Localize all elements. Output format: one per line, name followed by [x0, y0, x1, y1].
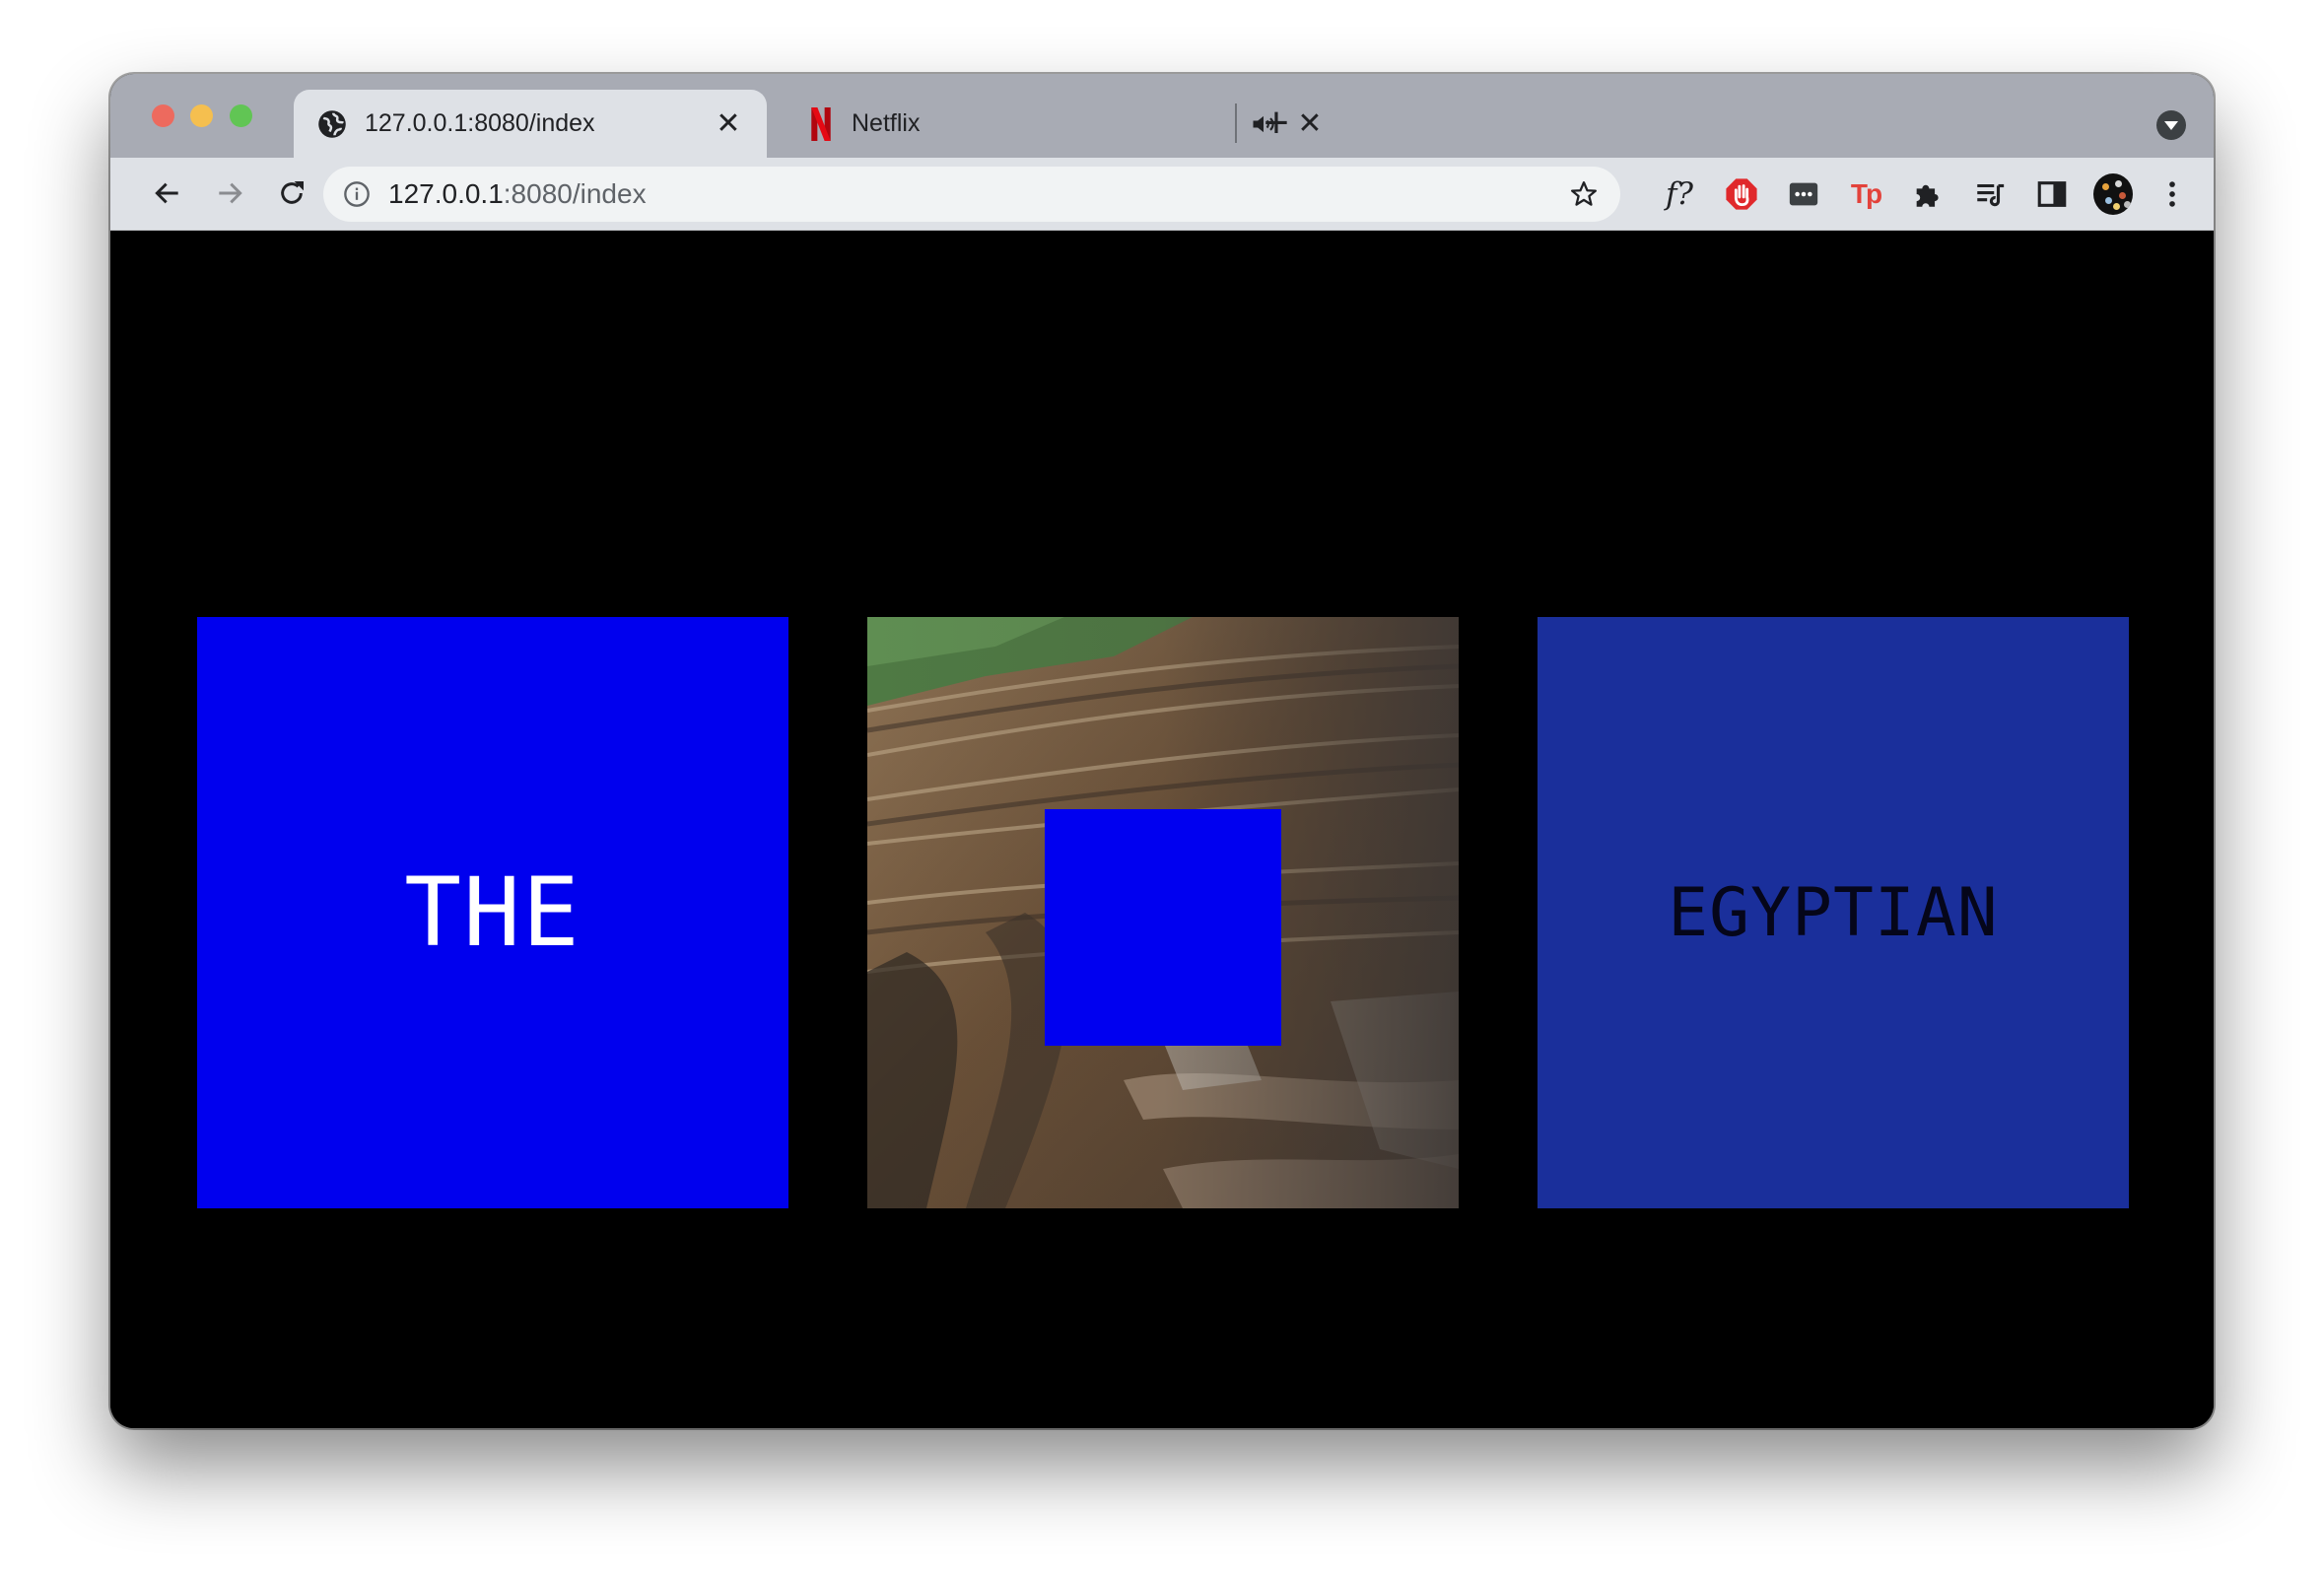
chrome-menu-button[interactable]	[2153, 174, 2192, 214]
bookmark-star-icon[interactable]	[1569, 179, 1599, 209]
url-host: 127.0.0.1	[388, 178, 504, 209]
dots-extension[interactable]	[1784, 174, 1823, 214]
panel-mine-image	[867, 617, 1459, 1208]
minimize-window-button[interactable]	[190, 104, 213, 127]
panel-egyptian: EGYPTIAN	[1538, 617, 2129, 1208]
tab-close-icon[interactable]: ✕	[1295, 108, 1325, 139]
globe-icon	[318, 109, 346, 138]
tp-extension[interactable]: Tp	[1846, 174, 1885, 214]
more-vertical-icon	[2169, 181, 2175, 207]
site-info-icon[interactable]	[343, 180, 371, 208]
url-path: :8080/index	[503, 178, 647, 209]
tab-close-icon[interactable]: ✕	[714, 108, 743, 139]
tab-search-chevron-icon[interactable]	[2156, 110, 2186, 140]
fonts-ninja-label: f?	[1665, 176, 1694, 212]
new-tab-plus-icon[interactable]: +	[1257, 102, 1296, 145]
fonts-ninja-extension[interactable]: f?	[1660, 174, 1699, 214]
open-pit-mine-photo	[867, 617, 1459, 1208]
extensions-button[interactable]	[1908, 174, 1948, 214]
close-window-button[interactable]	[152, 104, 174, 127]
reload-icon	[281, 181, 304, 204]
adblock-extension[interactable]	[1722, 174, 1761, 214]
netflix-icon	[811, 106, 831, 141]
puzzle-extensions-icon	[1916, 184, 1939, 207]
side-panel-button[interactable]	[2032, 174, 2072, 214]
tab-divider	[1235, 103, 1237, 143]
url-text[interactable]: 127.0.0.1:8080/index	[388, 178, 647, 210]
side-panel-icon	[2037, 181, 2067, 207]
forward-button[interactable]	[208, 171, 251, 215]
media-control-button[interactable]	[1970, 174, 2010, 214]
panel-word-the: THE	[404, 857, 581, 968]
tab-title: 127.0.0.1:8080/index	[365, 109, 595, 137]
profile-avatar	[2093, 173, 2133, 215]
tab-strip: 127.0.0.1:8080/index ✕ Netflix ✕ +	[110, 74, 2214, 158]
back-button[interactable]	[146, 171, 189, 215]
tp-label: Tp	[1850, 178, 1882, 209]
tab-title: Netflix	[852, 109, 921, 137]
media-control-icon	[1977, 183, 2005, 207]
address-bar[interactable]: 127.0.0.1:8080/index	[323, 167, 1620, 222]
toolbar: 127.0.0.1:8080/index f? Tp	[110, 158, 2214, 231]
tab-index[interactable]: 127.0.0.1:8080/index ✕	[294, 90, 767, 158]
adblock-hand-icon	[1726, 178, 1757, 210]
panel-the: THE	[197, 617, 788, 1208]
panel-word-egyptian: EGYPTIAN	[1668, 873, 1999, 952]
dots-box-icon	[1789, 182, 1818, 206]
blue-overlay-square	[1045, 809, 1281, 1046]
forward-arrow-icon	[219, 182, 242, 204]
reload-button[interactable]	[270, 171, 313, 215]
maximize-window-button[interactable]	[230, 104, 252, 127]
browser-window: 127.0.0.1:8080/index ✕ Netflix ✕ + 127.0…	[110, 74, 2214, 1428]
web-page: THE EGYPTIAN	[110, 231, 2214, 1428]
profile-button[interactable]	[2093, 173, 2133, 215]
back-arrow-icon	[155, 182, 178, 204]
